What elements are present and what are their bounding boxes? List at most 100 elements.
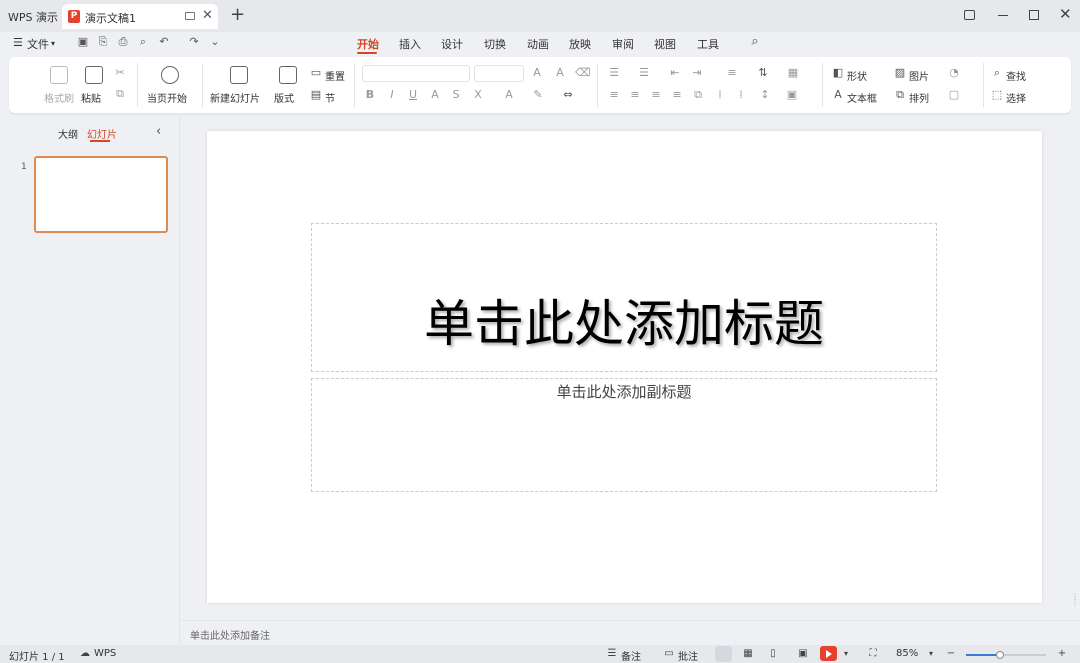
underline-icon[interactable]: U bbox=[407, 89, 419, 101]
reset-icon[interactable]: ▭ bbox=[310, 67, 322, 79]
bold-icon[interactable]: B bbox=[364, 89, 376, 101]
tab-view[interactable]: 视图 bbox=[654, 36, 676, 52]
maximize-icon[interactable] bbox=[1029, 10, 1039, 20]
close-tab-icon[interactable]: ✕ bbox=[202, 8, 213, 23]
close-window-icon[interactable]: ✕ bbox=[1059, 5, 1072, 23]
bullets-icon[interactable]: ☰ bbox=[608, 67, 620, 79]
app-name[interactable]: WPS 演示 bbox=[8, 9, 58, 25]
picture-icon[interactable]: ▨ bbox=[894, 67, 906, 79]
numbering-icon[interactable]: ☰ bbox=[638, 67, 650, 79]
tab-insert[interactable]: 插入 bbox=[399, 36, 421, 52]
tab-review[interactable]: 审阅 bbox=[612, 36, 634, 52]
align-left-icon[interactable]: ≡ bbox=[608, 89, 620, 101]
hamburger-icon[interactable]: ☰ bbox=[13, 36, 23, 49]
grow-font-icon[interactable]: A bbox=[531, 67, 543, 79]
fit-window-icon[interactable]: ⛶ bbox=[867, 648, 879, 660]
layout-button[interactable]: 版式 bbox=[274, 90, 294, 105]
find-icon[interactable]: ⌕ bbox=[991, 67, 1003, 79]
paste-icon[interactable] bbox=[85, 66, 103, 84]
decrease-indent-icon[interactable]: ⇤ bbox=[669, 67, 681, 79]
undo-icon[interactable]: ↶ bbox=[158, 36, 170, 48]
arrange-icon[interactable]: ⧉ bbox=[894, 89, 906, 101]
tab-outline[interactable]: 大纲 bbox=[58, 126, 78, 141]
zoom-slider-knob[interactable] bbox=[996, 651, 1005, 659]
select-button[interactable]: 选择 bbox=[1006, 90, 1026, 105]
picture-button[interactable]: 图片 bbox=[909, 68, 929, 83]
font-name-select[interactable] bbox=[362, 65, 470, 82]
normal-view-icon[interactable] bbox=[715, 646, 732, 662]
zoom-slider[interactable] bbox=[966, 651, 1046, 659]
increase-indent-icon[interactable]: ⇥ bbox=[691, 67, 703, 79]
strikethrough-icon[interactable]: A bbox=[429, 89, 441, 101]
textbox-button[interactable]: 文本框 bbox=[847, 90, 877, 105]
shape-icon[interactable]: ◧ bbox=[832, 67, 844, 79]
file-menu[interactable]: 文件 bbox=[27, 36, 49, 52]
paste-button[interactable]: 粘贴 bbox=[81, 90, 101, 105]
minimize-icon[interactable] bbox=[998, 15, 1008, 16]
tab-slides[interactable]: 幻灯片 bbox=[87, 126, 117, 141]
save-icon[interactable]: ▣ bbox=[77, 36, 89, 48]
font-color-icon[interactable]: A bbox=[503, 89, 515, 101]
notes-toggle[interactable]: 备注 bbox=[621, 648, 641, 663]
tab-tools[interactable]: 工具 bbox=[697, 36, 719, 52]
title-placeholder[interactable]: 单击此处添加标题 bbox=[311, 223, 937, 372]
tab-home[interactable]: 开始 bbox=[357, 36, 379, 52]
notes-pane[interactable]: 单击此处添加备注 bbox=[181, 620, 1080, 645]
reading-view-icon[interactable]: ▯ bbox=[767, 648, 779, 660]
print-icon[interactable]: ⎙ bbox=[117, 36, 129, 48]
sort-icon[interactable]: ⇅ bbox=[757, 67, 769, 79]
play-from-current-icon[interactable] bbox=[161, 66, 179, 84]
italic-icon[interactable]: I bbox=[386, 89, 398, 101]
customize-chevron-icon[interactable]: ⌄ bbox=[209, 36, 221, 48]
new-slide-icon[interactable] bbox=[230, 66, 248, 84]
print-preview-icon[interactable]: ⌕ bbox=[137, 36, 149, 48]
redo-icon[interactable]: ↷ bbox=[188, 36, 200, 48]
convert-icon[interactable]: ▦ bbox=[787, 67, 799, 79]
outline-icon[interactable]: ▢ bbox=[948, 89, 960, 101]
select-icon[interactable]: ⬚ bbox=[991, 89, 1003, 101]
new-tab-icon[interactable]: + bbox=[230, 4, 245, 25]
zoom-level[interactable]: 85% bbox=[896, 648, 918, 659]
shadow-icon[interactable]: S bbox=[450, 89, 462, 101]
clear-format-icon[interactable]: ⌫ bbox=[575, 67, 591, 79]
superscript-icon[interactable]: X bbox=[472, 89, 484, 101]
subtitle-placeholder[interactable]: 单击此处添加副标题 bbox=[311, 378, 937, 492]
shrink-font-icon[interactable]: A bbox=[554, 67, 566, 79]
shape-button[interactable]: 形状 bbox=[847, 68, 867, 83]
section-icon[interactable]: ▤ bbox=[310, 89, 322, 101]
search-icon[interactable]: ⌕ bbox=[749, 35, 761, 48]
window-mode-icon[interactable] bbox=[964, 10, 975, 20]
cut-icon[interactable]: ✂ bbox=[114, 67, 126, 79]
document-tab[interactable]: P 演示文稿1 ✕ bbox=[62, 4, 218, 29]
zoom-chevron-icon[interactable]: ▾ bbox=[925, 648, 937, 660]
slide-thumbnail[interactable] bbox=[34, 156, 168, 233]
layout-icon[interactable] bbox=[279, 66, 297, 84]
line-spacing-icon[interactable]: ≡ bbox=[726, 67, 738, 79]
arrange-button[interactable]: 排列 bbox=[909, 90, 929, 105]
wps-cloud-icon[interactable]: ☁ bbox=[79, 648, 91, 660]
resize-grip-icon[interactable]: ⋮ ⋮ bbox=[1071, 593, 1079, 614]
reset-button[interactable]: 重置 bbox=[325, 68, 345, 83]
comments-toggle[interactable]: 批注 bbox=[678, 648, 698, 663]
chevron-down-icon[interactable]: ▾ bbox=[51, 39, 55, 48]
vertical-align-icon[interactable]: ↕ bbox=[759, 89, 771, 101]
smartart-icon[interactable]: ▣ bbox=[786, 89, 798, 101]
align-center-icon[interactable]: ≡ bbox=[629, 89, 641, 101]
fill-icon[interactable]: ◔ bbox=[948, 67, 960, 79]
highlight-icon[interactable]: ✎ bbox=[532, 89, 544, 101]
character-spacing-icon[interactable]: ⇔ bbox=[562, 89, 574, 101]
notes-icon[interactable]: ☰ bbox=[606, 648, 618, 660]
new-slide-button[interactable]: 新建幻灯片 bbox=[210, 90, 260, 105]
share-icon[interactable]: ⎘ bbox=[97, 36, 109, 48]
slide-canvas[interactable]: 单击此处添加标题 单击此处添加副标题 bbox=[207, 131, 1042, 603]
tab-transitions[interactable]: 切换 bbox=[484, 36, 506, 52]
section-button[interactable]: 节 bbox=[325, 90, 335, 105]
collapse-panel-icon[interactable]: ‹ bbox=[156, 124, 161, 139]
textbox-icon[interactable]: A bbox=[832, 89, 844, 101]
start-from-current-button[interactable]: 当页开始 bbox=[147, 90, 187, 105]
slide-sorter-icon[interactable]: ▦ bbox=[742, 648, 754, 660]
presenter-view-icon[interactable]: ▣ bbox=[797, 648, 809, 660]
text-direction-icon[interactable]: ⁞ bbox=[735, 89, 747, 101]
distribute-icon[interactable]: ⧉ bbox=[692, 89, 704, 101]
font-size-select[interactable] bbox=[474, 65, 524, 82]
